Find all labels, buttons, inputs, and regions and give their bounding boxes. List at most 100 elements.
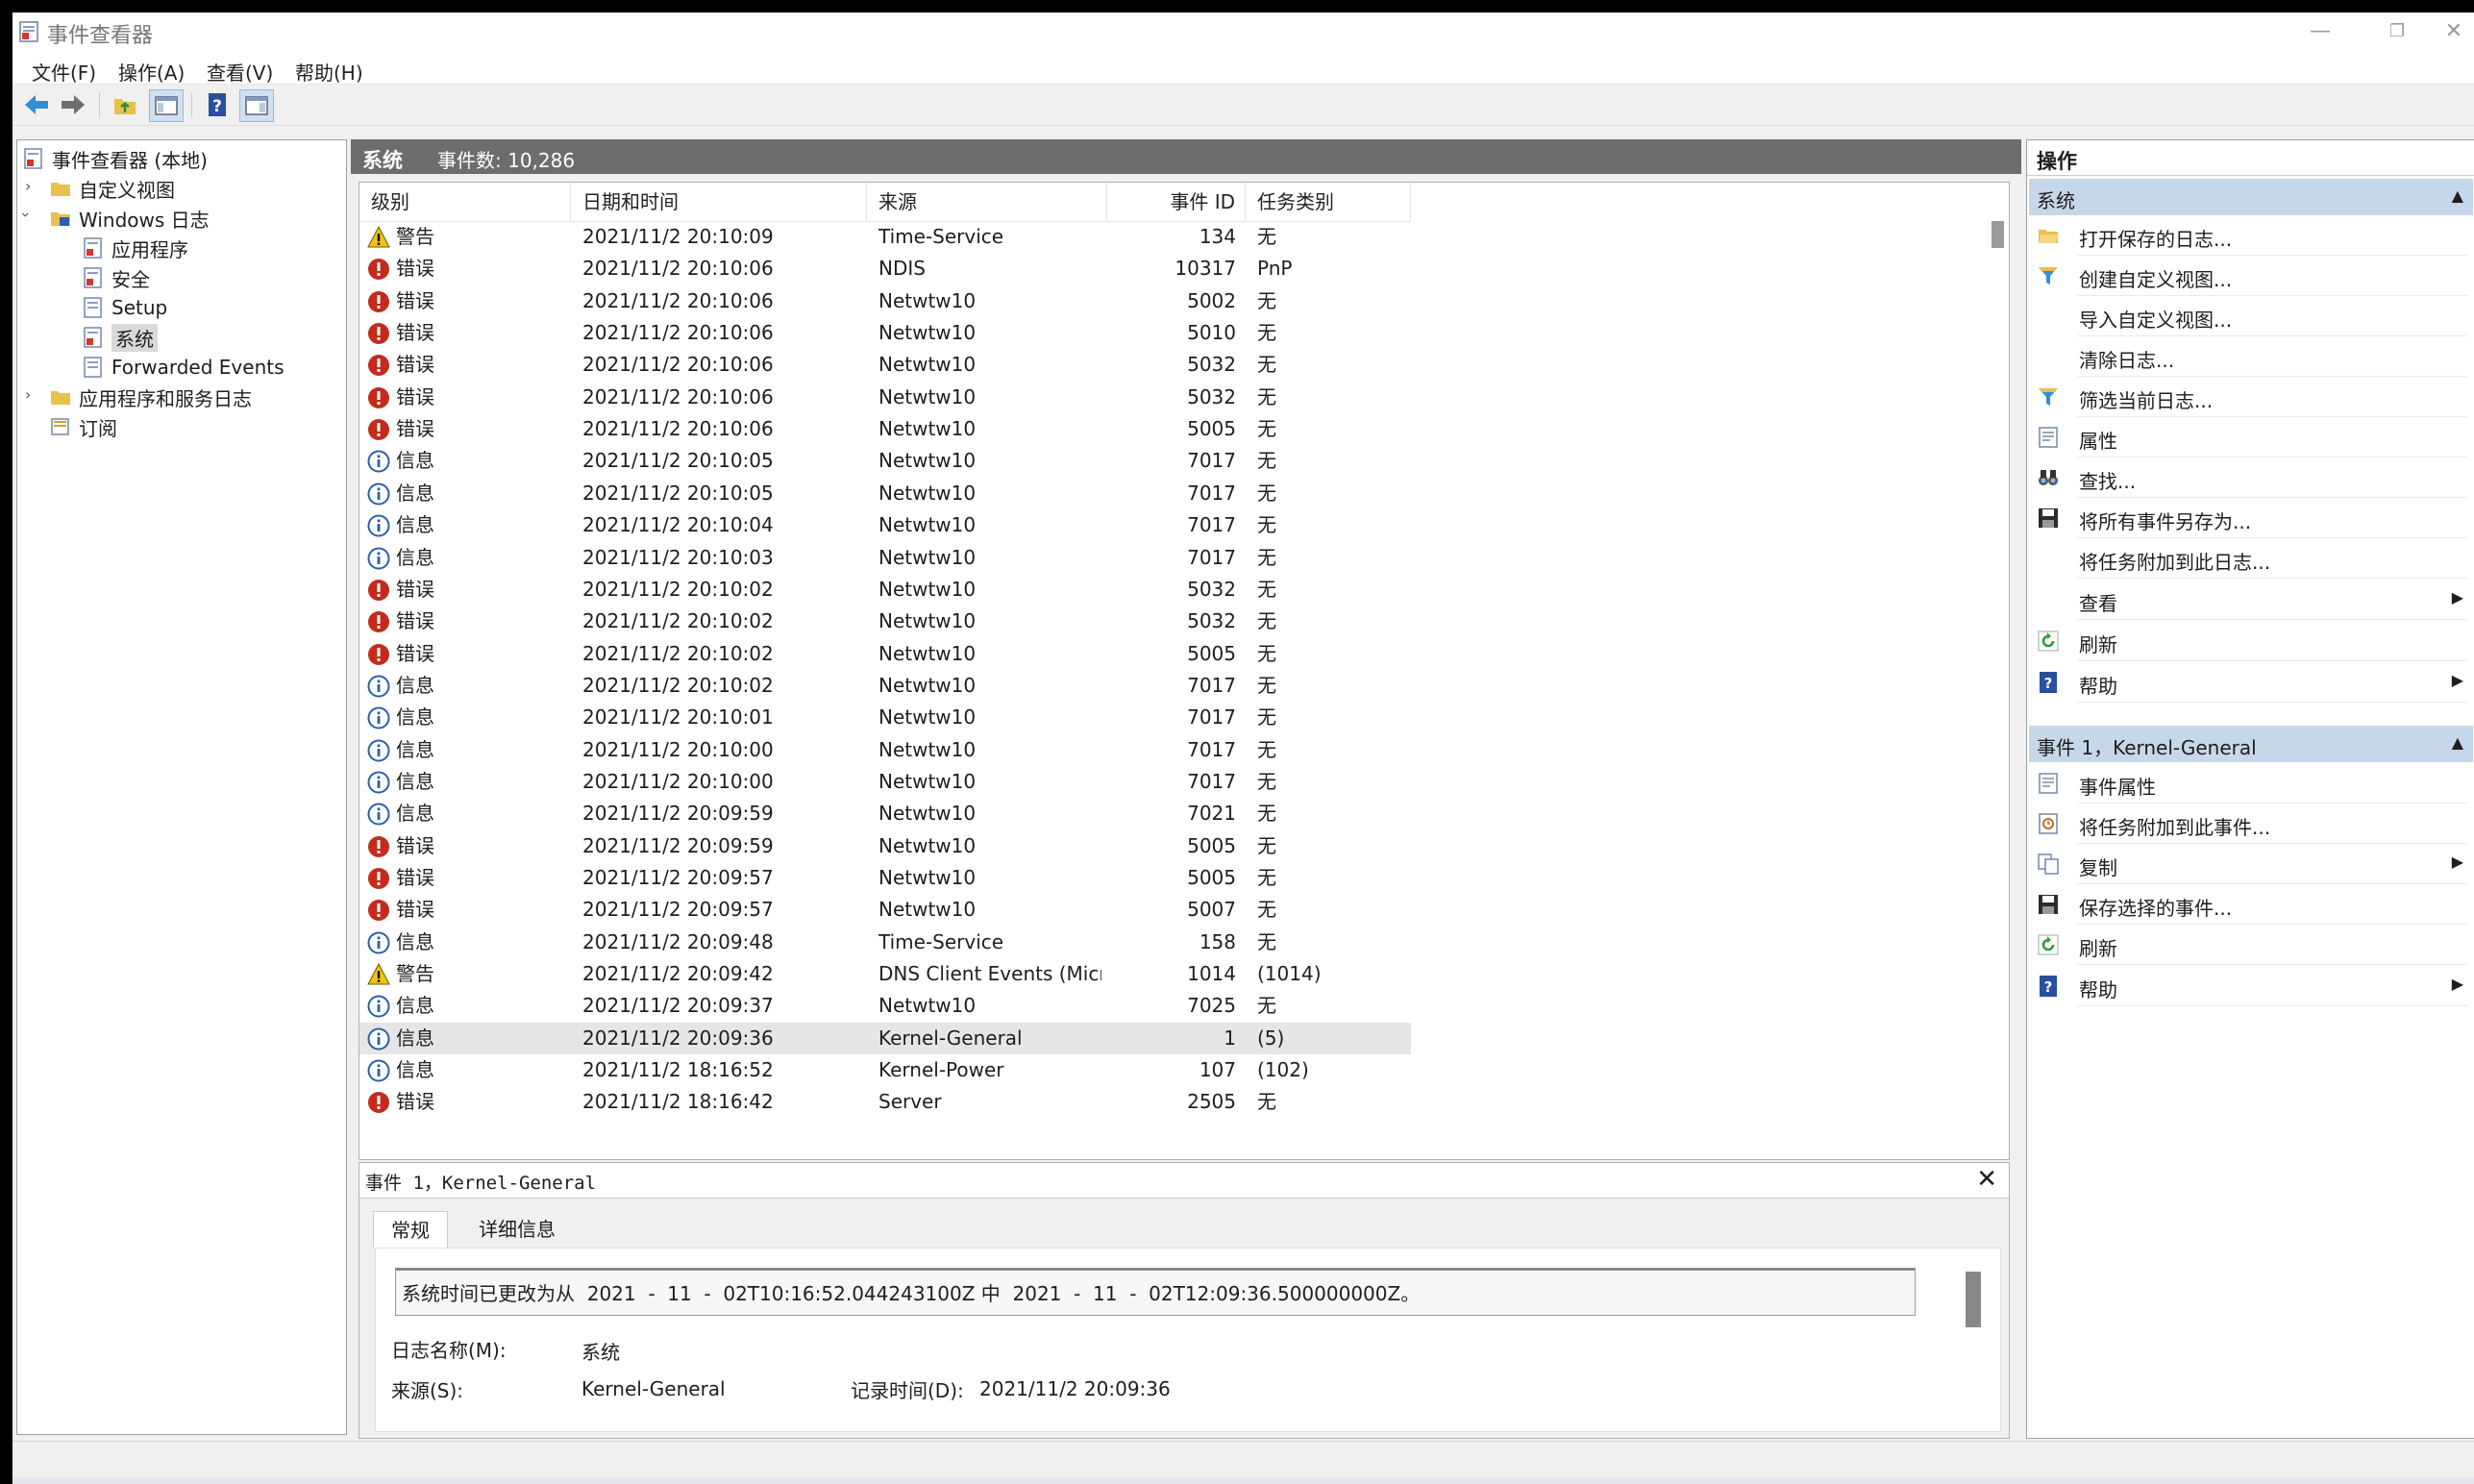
cell-level: 错误 — [396, 384, 434, 408]
tree-item-system[interactable]: 系统 — [83, 323, 158, 352]
table-row[interactable]: 信息 2021/11/2 20:10:00 Netwtw10 7017 无 — [359, 766, 1411, 798]
table-row[interactable]: 信息 2021/11/2 18:16:52 Kernel-Power 107 (102) — [359, 1054, 1411, 1086]
scrollbar-thumb[interactable] — [1992, 221, 2004, 248]
action-section1-8[interactable]: 将任务附加到此日志... — [2027, 538, 2474, 579]
table-row[interactable]: 信息 2021/11/2 20:10:04 Netwtw10 7017 无 — [359, 509, 1411, 541]
info-icon — [367, 706, 390, 730]
action-section2-4[interactable]: 刷新 — [2027, 925, 2474, 965]
column-source[interactable]: 来源 — [867, 183, 1107, 221]
cell-level: 警告 — [396, 962, 434, 986]
action-section2-2[interactable]: 复制 ▶ — [2027, 844, 2474, 884]
column-level[interactable]: 级别 — [359, 183, 571, 221]
cell-event-id: 5005 — [1187, 833, 1236, 857]
chevron-right-icon[interactable]: › — [25, 177, 31, 195]
tree-item-application[interactable]: 应用程序 — [83, 234, 188, 262]
show-hide-tree-icon[interactable] — [149, 89, 184, 122]
table-row[interactable]: 警告 2021/11/2 20:09:42 DNS Client Events (M… — [359, 958, 1411, 990]
detail-scrollbar-thumb[interactable] — [1966, 1272, 1981, 1327]
menu-file[interactable]: 文件(F) — [32, 58, 96, 86]
collapse-up-icon[interactable]: ▲ — [2452, 186, 2463, 205]
table-row[interactable]: 错误 2021/11/2 20:09:57 Netwtw10 5005 无 — [359, 862, 1411, 894]
help-icon[interactable]: ? — [201, 89, 234, 120]
action-section2-5[interactable]: ? 帮助 ▶ — [2027, 966, 2474, 1006]
table-row[interactable]: 错误 2021/11/2 18:16:42 Server 2505 无 — [359, 1086, 1411, 1118]
action-section2-1[interactable]: 将任务附加到此事件... — [2027, 804, 2474, 844]
back-icon[interactable] — [20, 89, 53, 120]
table-row[interactable]: 错误 2021/11/2 20:10:02 Netwtw10 5032 无 — [359, 606, 1411, 637]
section-event[interactable]: 事件 1，Kernel-General ▲ — [2029, 726, 2473, 762]
action-section1-0[interactable]: 打开保存的日志... — [2027, 215, 2474, 256]
table-row[interactable]: 信息 2021/11/2 20:10:02 Netwtw10 7017 无 — [359, 670, 1411, 702]
cell-task-category: 无 — [1257, 481, 1276, 505]
tree-item-app-service-logs[interactable]: 应用程序和服务日志 — [50, 383, 252, 411]
tab-general[interactable]: 常规 — [373, 1211, 448, 1249]
table-row[interactable]: 错误 2021/11/2 20:09:57 Netwtw10 5007 无 — [359, 894, 1411, 926]
table-row[interactable]: 信息 2021/11/2 20:09:37 Netwtw10 7025 无 — [359, 990, 1411, 1022]
forward-icon[interactable] — [57, 89, 89, 120]
action-section1-5[interactable]: 属性 — [2027, 417, 2474, 458]
menu-view[interactable]: 查看(V) — [207, 58, 273, 86]
table-row[interactable]: 信息 2021/11/2 20:10:00 Netwtw10 7017 无 — [359, 734, 1411, 766]
detail-close-icon[interactable]: ✕ — [1976, 1165, 1997, 1194]
chevron-right-icon[interactable]: › — [25, 385, 31, 404]
action-section2-3[interactable]: 保存选择的事件... — [2027, 884, 2474, 925]
table-row[interactable]: 错误 2021/11/2 20:10:06 Netwtw10 5032 无 — [359, 349, 1411, 381]
action-section1-6[interactable]: 查找... — [2027, 458, 2474, 498]
cell-level: 信息 — [396, 673, 434, 697]
close-button[interactable]: ✕ — [2415, 12, 2474, 51]
info-icon — [367, 547, 390, 569]
column-event-id[interactable]: 事件 ID — [1107, 183, 1246, 221]
action-section1-7[interactable]: 将所有事件另存为... — [2027, 498, 2474, 538]
table-row[interactable]: 错误 2021/11/2 20:10:06 NDIS 10317 PnP — [359, 253, 1411, 284]
tree-item-security[interactable]: 安全 — [83, 263, 150, 292]
action-section1-3[interactable]: 清除日志... — [2027, 336, 2474, 377]
action-section1-4[interactable]: 筛选当前日志... — [2027, 377, 2474, 417]
action-section2-0[interactable]: 事件属性 — [2027, 763, 2474, 804]
table-row[interactable]: 信息 2021/11/2 20:09:36 Kernel-General 1 (5) — [359, 1022, 1411, 1054]
folder-icon — [51, 391, 70, 405]
action-section1-10[interactable]: 刷新 — [2027, 621, 2474, 661]
table-row[interactable]: 错误 2021/11/2 20:10:06 Netwtw10 5032 无 — [359, 382, 1411, 413]
table-row[interactable]: 错误 2021/11/2 20:09:59 Netwtw10 5005 无 — [359, 830, 1411, 862]
table-row[interactable]: 信息 2021/11/2 20:10:01 Netwtw10 7017 无 — [359, 702, 1411, 733]
vertical-scrollbar[interactable] — [1988, 183, 2009, 1159]
table-row[interactable]: 错误 2021/11/2 20:10:02 Netwtw10 5032 无 — [359, 574, 1411, 606]
table-row[interactable]: 警告 2021/11/2 20:10:09 Time-Service 134 无 — [359, 221, 1411, 253]
log-name: 系统 — [362, 149, 403, 172]
chevron-down-icon[interactable]: › — [17, 211, 36, 217]
table-row[interactable]: 信息 2021/11/2 20:10:05 Netwtw10 7017 无 — [359, 445, 1411, 477]
section-system[interactable]: 系统 ▲ — [2029, 179, 2473, 215]
table-row[interactable]: 信息 2021/11/2 20:09:59 Netwtw10 7021 无 — [359, 798, 1411, 829]
table-row[interactable]: 错误 2021/11/2 20:10:06 Netwtw10 5005 无 — [359, 413, 1411, 445]
menu-action[interactable]: 操作(A) — [118, 58, 185, 86]
menu-help[interactable]: 帮助(H) — [295, 58, 363, 86]
tree-item-forwarded-events[interactable]: Forwarded Events — [83, 353, 285, 382]
action-section1-9[interactable]: 查看 ▶ — [2027, 580, 2474, 620]
navigation-tree: 事件查看器 (本地) › 自定义视图 › Windows 日志 应用程序 安全 … — [16, 139, 347, 1435]
cell-source: Netwtw10 — [878, 641, 977, 665]
cell-level: 错误 — [396, 898, 434, 922]
up-folder-icon[interactable] — [109, 89, 141, 120]
tree-item-subscriptions[interactable]: 订阅 — [50, 412, 117, 441]
action-section1-1[interactable]: 创建自定义视图... — [2027, 256, 2474, 296]
collapse-up-icon[interactable]: ▲ — [2452, 733, 2463, 752]
table-row[interactable]: 信息 2021/11/2 20:09:48 Time-Service 158 无 — [359, 927, 1411, 958]
tree-item-custom-views[interactable]: 自定义视图 — [50, 174, 175, 203]
tree-root-event-viewer[interactable]: 事件查看器 (本地) — [23, 144, 208, 173]
event-grid[interactable]: 级别 日期和时间 来源 事件 ID 任务类别 警告 2021/11/2 20:10… — [359, 182, 2010, 1160]
tree-item-windows-logs[interactable]: Windows 日志 — [50, 204, 210, 233]
column-task-category[interactable]: 任务类别 — [1246, 183, 1411, 221]
table-row[interactable]: 错误 2021/11/2 20:10:06 Netwtw10 5002 无 — [359, 285, 1411, 317]
table-row[interactable]: 信息 2021/11/2 20:10:05 Netwtw10 7017 无 — [359, 478, 1411, 509]
action-section1-11[interactable]: ? 帮助 ▶ — [2027, 662, 2474, 703]
table-row[interactable]: 错误 2021/11/2 20:10:02 Netwtw10 5005 无 — [359, 638, 1411, 670]
show-hide-action-pane-icon[interactable] — [239, 89, 274, 122]
tree-item-setup[interactable]: Setup — [83, 293, 167, 322]
minimize-button[interactable]: — — [2282, 12, 2359, 51]
action-section1-2[interactable]: 导入自定义视图... — [2027, 296, 2474, 336]
table-row[interactable]: 错误 2021/11/2 20:10:06 Netwtw10 5010 无 — [359, 317, 1411, 349]
column-date[interactable]: 日期和时间 — [571, 183, 867, 221]
table-row[interactable]: 信息 2021/11/2 20:10:03 Netwtw10 7017 无 — [359, 542, 1411, 574]
tab-details[interactable]: 详细信息 — [461, 1211, 573, 1248]
event-message-box[interactable]: 系统时间已更改为从 2021 - 11 - 02T10:16:52.044243… — [395, 1268, 1916, 1316]
